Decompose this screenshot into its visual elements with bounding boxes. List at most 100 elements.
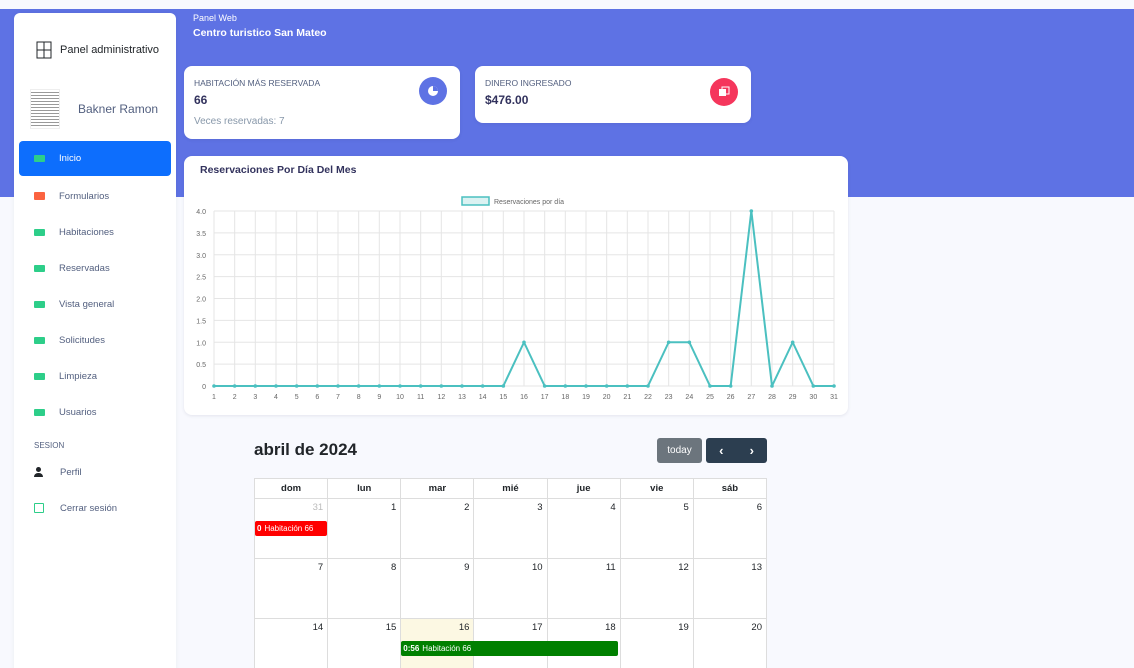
- data-point: [439, 384, 444, 388]
- user-icon: [34, 467, 44, 477]
- x-tick-label: 7: [336, 394, 340, 401]
- user-profile[interactable]: Bakner Ramon: [30, 89, 158, 129]
- data-point: [646, 384, 650, 388]
- day-cell[interactable]: 13: [692, 558, 768, 619]
- day-cell[interactable]: 6: [692, 498, 768, 559]
- sidebar-item-label: Vista general: [59, 298, 115, 310]
- day-cell[interactable]: 2: [400, 498, 475, 559]
- sidebar-item-solicitudes[interactable]: Solicitudes: [19, 322, 171, 358]
- sidebar-item-label: Solicitudes: [59, 334, 105, 346]
- legend-label: Reservaciones por día: [494, 199, 564, 206]
- x-tick-label: 11: [417, 394, 424, 401]
- day-number: 19: [678, 622, 689, 633]
- x-tick-label: 29: [789, 394, 797, 401]
- sidebar-item-usuarios[interactable]: Usuarios: [19, 394, 171, 430]
- calendar-event[interactable]: 0:56 Habitación 66: [401, 641, 619, 656]
- day-cell[interactable]: 9: [400, 558, 475, 619]
- sidebar-item-reservadas[interactable]: Reservadas: [19, 250, 171, 286]
- day-cell[interactable]: 31 0 Habitación 66: [253, 498, 329, 559]
- data-point: [294, 384, 299, 388]
- prev-button[interactable]: ‹: [706, 438, 737, 463]
- x-tick-label: 3: [253, 394, 257, 401]
- x-tick-label: 4: [274, 394, 278, 401]
- data-point: [832, 384, 836, 388]
- day-number: 4: [610, 502, 616, 513]
- x-tick-label: 18: [561, 394, 569, 401]
- day-cell[interactable]: 1: [327, 498, 402, 559]
- y-tick-label: 2.5: [196, 275, 206, 282]
- calendar-event[interactable]: 0 Habitación 66: [255, 521, 327, 536]
- user-name: Bakner Ramon: [78, 102, 159, 116]
- sidebar-item-label: Reservadas: [59, 262, 110, 274]
- x-tick-label: 15: [499, 394, 507, 401]
- sidebar-item-limpieza[interactable]: Limpieza: [19, 358, 171, 394]
- dashboard-icon: [36, 41, 52, 59]
- x-tick-label: 27: [747, 394, 755, 401]
- x-tick-label: 9: [377, 394, 381, 401]
- nav-button-group: ‹ ›: [706, 438, 767, 463]
- data-point: [356, 384, 361, 388]
- x-tick-label: 26: [727, 394, 735, 401]
- brand[interactable]: Panel administrativo: [36, 41, 159, 59]
- y-tick-label: 4.0: [196, 209, 206, 216]
- day-number: 2: [464, 502, 470, 513]
- day-cell[interactable]: 14: [253, 618, 329, 668]
- day-cell[interactable]: 19: [619, 618, 694, 668]
- weekday-header: vie: [619, 478, 694, 499]
- day-cell-today[interactable]: 16 0:56 Habitación 66: [400, 618, 619, 668]
- sidebar-item-logout[interactable]: Cerrar sesión: [19, 490, 171, 526]
- day-number: 10: [531, 562, 543, 573]
- day-cell[interactable]: 8: [327, 558, 402, 619]
- sidebar-item-perfil[interactable]: Perfil: [19, 454, 171, 490]
- x-tick-label: 1: [212, 394, 216, 401]
- stat-value: $476.00: [485, 93, 529, 107]
- day-number: 18: [605, 622, 616, 633]
- day-cell[interactable]: 12: [619, 558, 694, 619]
- sidebar-item-label: Formularios: [59, 190, 110, 202]
- stat-sub: Veces reservadas: 7: [194, 116, 285, 127]
- day-cell[interactable]: 7: [253, 558, 329, 619]
- weekday-header: sáb: [692, 478, 768, 499]
- day-number: 9: [464, 562, 470, 573]
- data-point: [480, 384, 485, 388]
- sidebar-item-inicio[interactable]: Inicio: [19, 141, 171, 176]
- day-cell[interactable]: 3: [473, 498, 548, 559]
- today-button[interactable]: today: [657, 438, 702, 463]
- logout-icon: [34, 503, 44, 513]
- stat-card-money: DINERO INGRESADO $476.00: [475, 66, 751, 123]
- sidebar-item-habitaciones[interactable]: Habitaciones: [19, 214, 171, 250]
- grid-icon: [34, 155, 45, 162]
- x-tick-label: 2: [233, 394, 237, 401]
- event-time: 0:56: [403, 644, 420, 653]
- list-icon: [34, 300, 45, 308]
- day-number: 16: [458, 622, 470, 633]
- day-cell[interactable]: 15: [327, 618, 402, 668]
- sidebar-item-label: Inicio: [59, 153, 82, 164]
- x-tick-label: 23: [665, 394, 673, 401]
- day-cell[interactable]: 10: [473, 558, 548, 619]
- event-title: Habitación 66: [422, 644, 472, 653]
- day-cell[interactable]: 20: [692, 618, 768, 668]
- sidebar-item-vista-general[interactable]: Vista general: [19, 286, 171, 322]
- day-cell[interactable]: 5: [619, 498, 694, 559]
- page-title: Centro turistico San Mateo: [193, 27, 327, 39]
- list-icon: [34, 228, 45, 236]
- x-tick-label: 19: [582, 394, 590, 401]
- day-number: 15: [385, 622, 397, 633]
- sidebar-item-formularios[interactable]: Formularios: [19, 178, 171, 214]
- day-number: 3: [537, 502, 543, 513]
- stat-label: DINERO INGRESADO: [485, 78, 572, 88]
- next-button[interactable]: ›: [737, 438, 768, 463]
- data-point: [790, 340, 795, 345]
- weekday-header: jue: [546, 478, 621, 499]
- x-tick-label: 13: [458, 394, 466, 401]
- data-point: [542, 384, 547, 388]
- x-tick-label: 28: [768, 394, 776, 401]
- calendar-icon: [34, 192, 45, 200]
- data-point: [336, 384, 340, 388]
- day-number: 1: [390, 502, 397, 513]
- chart-card: Reservaciones Por Día Del Mes 0 0.5 1.0 1.5…: [184, 156, 848, 415]
- day-cell[interactable]: 4: [546, 498, 621, 559]
- x-tick-label: 17: [541, 394, 549, 401]
- day-cell[interactable]: 11: [546, 558, 621, 619]
